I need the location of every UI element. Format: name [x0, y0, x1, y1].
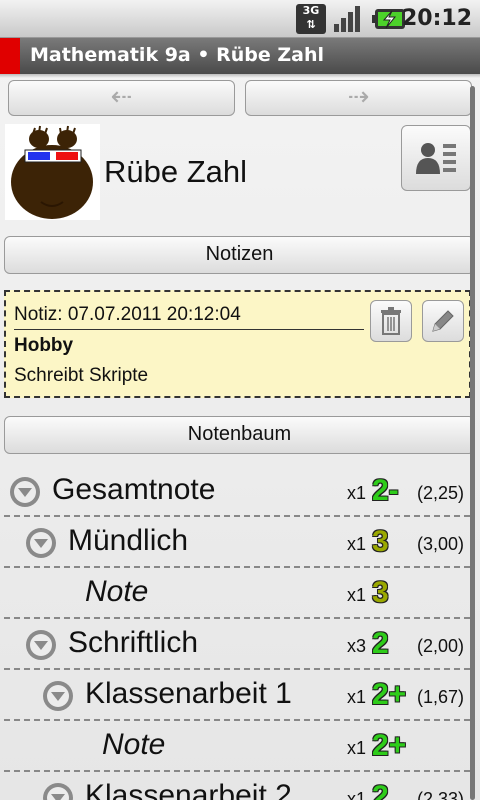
clock: 20:12	[401, 6, 472, 31]
tree-row-weight: x1	[347, 483, 367, 503]
tree-row-grade: 2-	[372, 474, 399, 507]
tree-row[interactable]: Mündlich x1 3 (3,00)	[0, 517, 470, 568]
collapse-toggle-icon[interactable]	[41, 679, 75, 713]
note-title: Hobby	[14, 335, 74, 356]
tree-row-grade: 2+	[372, 678, 407, 711]
status-bar: 3G ⇅ 20:12	[0, 0, 480, 38]
pencil-icon	[432, 310, 454, 332]
collapse-toggle-icon[interactable]	[24, 628, 58, 662]
note-date: Notiz: 07.07.2011 20:12:04	[14, 304, 241, 325]
tree-row-weight: x1	[347, 534, 367, 554]
avatar	[5, 124, 100, 220]
tree-row[interactable]: Klassenarbeit 2 x1 2 (2,33)	[0, 772, 470, 800]
tree-row[interactable]: Note x1 3	[0, 568, 470, 619]
tree-row-label: Gesamtnote	[52, 473, 216, 506]
scrollbar[interactable]	[470, 86, 475, 800]
tree-row-grade: 2	[372, 627, 389, 660]
student-name: Rübe Zahl	[104, 154, 248, 189]
collapse-toggle-icon[interactable]	[8, 475, 42, 509]
collapse-toggle-icon[interactable]	[24, 526, 58, 560]
tree-row-label: Mündlich	[68, 524, 189, 557]
tree-row[interactable]: Note x1 2+	[0, 721, 470, 772]
tree-row-weight: x1	[347, 585, 367, 605]
tree-row[interactable]: Schriftlich x3 2 (2,00)	[0, 619, 470, 670]
page-title: Mathematik 9a • Rübe Zahl	[30, 44, 324, 66]
tree-row-weight: x1	[347, 687, 367, 707]
title-shadow	[0, 74, 480, 78]
tree-row-label: Klassenarbeit 2	[85, 779, 292, 800]
notes-section-button[interactable]: Notizen	[4, 236, 475, 274]
note-text: Schreibt Skripte	[14, 365, 149, 386]
note-card[interactable]: Notiz: 07.07.2011 20:12:04 Hobby Schreib…	[4, 290, 471, 398]
network-3g-icon: 3G ⇅	[296, 4, 326, 34]
tree-row-weight: x3	[347, 636, 367, 656]
tree-row-grade: 2+	[372, 729, 407, 762]
battery-charging-icon	[372, 9, 405, 29]
tree-row-label: Note	[85, 575, 149, 608]
contact-card-icon	[416, 143, 456, 174]
contact-card-button[interactable]	[401, 125, 471, 191]
tree-row[interactable]: Gesamtnote x1 2- (2,25)	[0, 466, 470, 517]
network-type: 3G	[302, 4, 320, 17]
arrow-left-icon: ⇠	[110, 82, 133, 112]
tree-row-grade: 3	[372, 525, 389, 558]
tree-row-weight: x1	[347, 738, 367, 758]
tree-row-grade: 2	[372, 780, 389, 800]
previous-student-button[interactable]: ⇠	[8, 80, 235, 116]
signal-icon	[334, 6, 360, 32]
tree-row-label: Note	[102, 728, 166, 761]
tree-row-label: Klassenarbeit 1	[85, 677, 292, 710]
edit-note-button[interactable]	[422, 300, 464, 342]
tree-row-weight: x1	[347, 789, 367, 800]
tree-row-average: (2,33)	[417, 789, 465, 800]
title-accent	[0, 38, 20, 74]
title-bar: Mathematik 9a • Rübe Zahl	[0, 38, 480, 74]
grade-tree-section-label: Notenbaum	[187, 423, 292, 445]
next-student-button[interactable]: ⇢	[245, 80, 472, 116]
trash-icon	[381, 307, 401, 335]
tree-row-label: Schriftlich	[68, 626, 199, 659]
grade-tree-section-button[interactable]: Notenbaum	[4, 416, 475, 454]
note-divider	[14, 329, 364, 330]
tree-row-average: (1,67)	[417, 687, 465, 707]
tree-row-average: (2,00)	[417, 636, 465, 656]
arrow-right-icon: ⇢	[347, 82, 370, 112]
tree-row-average: (2,25)	[417, 483, 465, 503]
tree-row-average: (3,00)	[417, 534, 465, 554]
tree-row-grade: 3	[372, 576, 389, 609]
tree-row[interactable]: Klassenarbeit 1 x1 2+ (1,67)	[0, 670, 470, 721]
collapse-toggle-icon[interactable]	[41, 781, 75, 800]
delete-note-button[interactable]	[370, 300, 412, 342]
notes-section-label: Notizen	[205, 243, 274, 265]
